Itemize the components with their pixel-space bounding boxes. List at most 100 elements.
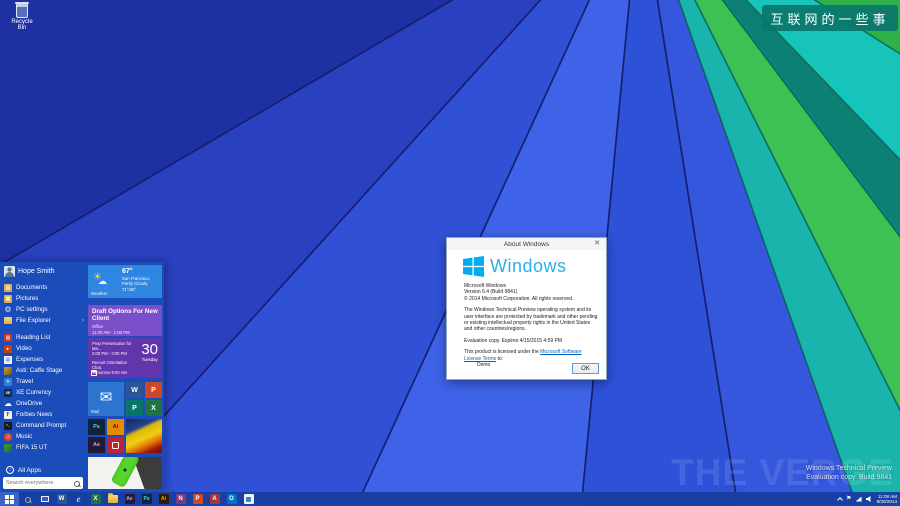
agenda-event-title: Recruit Orientation Chat, bbox=[92, 360, 127, 370]
menu-item-file-explorer[interactable]: File Explorer › bbox=[4, 315, 84, 326]
menu-item-reading-list[interactable]: ▤ Reading List bbox=[4, 332, 84, 343]
ok-button[interactable]: OK bbox=[572, 363, 599, 374]
word-tile[interactable]: W bbox=[126, 382, 143, 398]
menu-item-label: Pictures bbox=[16, 295, 39, 302]
phone-photo-live-tile[interactable] bbox=[88, 457, 162, 489]
weather-tile[interactable]: ☀ ☁ 67° San Francisco Partly Cloudy 71°/… bbox=[88, 265, 162, 298]
search-icon[interactable] bbox=[73, 480, 80, 487]
windows-logo-icon bbox=[463, 256, 484, 277]
user-avatar[interactable] bbox=[4, 266, 15, 277]
recycle-bin[interactable]: Recycle Bin bbox=[7, 2, 37, 31]
agenda-event-2: Recruit Orientation Chat, Tomorrow 9:00 … bbox=[92, 360, 136, 375]
taskbar-photoshop[interactable]: Ps bbox=[138, 492, 155, 506]
site-watermark-badge: 互联网的一些事 bbox=[762, 5, 898, 31]
recycle-bin-label: Recycle Bin bbox=[11, 19, 33, 31]
taskbar-clock[interactable]: 11:08 AM 9/30/2014 bbox=[877, 494, 897, 505]
taskbar-file-explorer[interactable] bbox=[104, 492, 121, 506]
taskbar-word[interactable]: W bbox=[53, 492, 70, 506]
chevron-right-icon[interactable]: › bbox=[82, 318, 84, 324]
powerpoint-tile[interactable]: P bbox=[145, 382, 162, 398]
command-prompt-icon: >_ bbox=[4, 421, 12, 430]
taskbar-access[interactable]: A bbox=[206, 492, 223, 506]
cloud-icon: ☁ bbox=[98, 276, 107, 286]
menu-item-music[interactable]: ♪ Music bbox=[4, 431, 84, 442]
menu-item-label: Forbes News bbox=[16, 411, 53, 418]
speaker-icon[interactable] bbox=[865, 496, 871, 502]
excel-icon: X bbox=[90, 494, 101, 504]
task-view-button[interactable] bbox=[36, 492, 53, 506]
license-line: This product is licensed under the Micro… bbox=[464, 349, 598, 362]
menu-item-command-prompt[interactable]: >_ Command Prompt bbox=[4, 420, 84, 431]
taskbar-powerpoint[interactable]: P bbox=[189, 492, 206, 506]
music-icon: ♪ bbox=[4, 432, 12, 441]
copyright-line: © 2014 Microsoft Corporation. All rights… bbox=[464, 295, 574, 302]
photos-icon: ▦ bbox=[243, 494, 254, 504]
car-photo-live-tile[interactable] bbox=[126, 419, 162, 453]
red-app-tile[interactable] bbox=[107, 437, 124, 453]
close-icon[interactable]: ✕ bbox=[591, 239, 603, 248]
network-icon[interactable] bbox=[855, 496, 862, 502]
weather-temp: 67° bbox=[122, 268, 133, 275]
after-effects-icon: Ae bbox=[124, 494, 135, 504]
arrow-down-icon: ↓ bbox=[6, 466, 14, 474]
menu-item-pictures[interactable]: ▦ Pictures bbox=[4, 293, 84, 304]
taskbar-photos[interactable]: ▦ bbox=[240, 492, 257, 506]
menu-item-forbes-news[interactable]: F Forbes News bbox=[4, 409, 84, 420]
search-box[interactable] bbox=[3, 477, 83, 489]
agenda-event-time: 2:00 PM - 3:00 PM bbox=[92, 351, 127, 356]
menu-item-travel[interactable]: ✈ Travel bbox=[4, 376, 84, 387]
windows-brand-row: Windows bbox=[463, 256, 606, 277]
menu-item-pc-settings[interactable]: ⚙ PC settings bbox=[4, 304, 84, 315]
illustrator-tile[interactable]: Ai bbox=[107, 419, 124, 435]
taskbar-onenote[interactable]: N bbox=[172, 492, 189, 506]
event-title: Draft Options For New Client bbox=[92, 308, 158, 322]
taskbar-internet-explorer[interactable]: e bbox=[70, 492, 87, 506]
menu-item-label: OneDrive bbox=[16, 400, 43, 407]
taskbar-illustrator[interactable]: Ai bbox=[155, 492, 172, 506]
menu-item-expenses[interactable]: ▤ Expenses bbox=[4, 354, 84, 365]
menu-item-label: Travel bbox=[16, 378, 33, 385]
menu-item-asti-caffe-stage[interactable]: Asti: Caffe Stage bbox=[4, 365, 84, 376]
chevron-up-icon[interactable] bbox=[837, 497, 844, 503]
agenda-event-title: Prep Presentation for Ma... bbox=[92, 341, 132, 351]
taskbar-outlook[interactable]: O bbox=[223, 492, 240, 506]
photo-icon bbox=[4, 366, 12, 375]
day-name: Tuesday bbox=[141, 357, 158, 362]
menu-item-onedrive[interactable]: ☁ OneDrive bbox=[4, 398, 84, 409]
taskbar-excel[interactable]: X bbox=[87, 492, 104, 506]
photoshop-tile[interactable]: Ps bbox=[88, 419, 105, 435]
action-center-flag-icon[interactable]: ⚑ bbox=[846, 496, 851, 502]
windows-logo-icon bbox=[5, 494, 14, 504]
task-view-icon bbox=[40, 496, 49, 502]
after-effects-tile[interactable]: Ae bbox=[88, 437, 105, 453]
event-time: 11:00 AM - 1:00 PM bbox=[92, 329, 130, 335]
all-apps-button[interactable]: ↓ All Apps bbox=[6, 466, 41, 474]
excel-tile[interactable]: X bbox=[145, 400, 162, 416]
search-icon bbox=[24, 496, 31, 503]
dialog-body: Microsoft Windows Version 6.4 (Build 984… bbox=[447, 281, 606, 368]
system-tray: ⚑ 11:08 AM 9/30/2014 bbox=[837, 494, 900, 505]
reading-list-icon: ▤ bbox=[4, 333, 12, 342]
calendar-event-tile[interactable]: Draft Options For New Client Office 11:0… bbox=[88, 305, 162, 336]
menu-item-documents[interactable]: ▤ Documents bbox=[4, 282, 84, 293]
calendar-agenda-tile[interactable]: Prep Presentation for Ma... 2:00 PM - 3:… bbox=[88, 338, 162, 378]
tray-date: 9/30/2014 bbox=[876, 499, 897, 504]
taskbar-after-effects[interactable]: Ae bbox=[121, 492, 138, 506]
start-menu-list: ▤ Documents ▦ Pictures ⚙ PC settings Fil… bbox=[4, 282, 84, 453]
onedrive-cloud-icon: ☁ bbox=[4, 399, 12, 408]
weather-tile-label: Weather bbox=[91, 291, 108, 296]
video-icon: ► bbox=[4, 344, 12, 353]
publisher-tile[interactable]: P bbox=[126, 400, 143, 416]
search-input[interactable] bbox=[6, 480, 73, 486]
taskbar-search-button[interactable] bbox=[19, 492, 36, 506]
start-button[interactable] bbox=[0, 492, 19, 506]
dialog-titlebar[interactable]: About Windows ✕ bbox=[447, 238, 606, 250]
menu-item-fifa-15-ut[interactable]: FIFA 15 UT bbox=[4, 442, 84, 453]
green-phone-image bbox=[110, 457, 140, 489]
square-glyph-icon bbox=[112, 441, 119, 449]
menu-item-video[interactable]: ► Video bbox=[4, 343, 84, 354]
menu-item-xe-currency[interactable]: XE XE Currency bbox=[4, 387, 84, 398]
mail-tile[interactable]: ✉ Mail bbox=[88, 382, 124, 416]
evaluation-line: Evaluation copy. Expires 4/15/2015 4:59 … bbox=[464, 337, 563, 344]
illustrator-icon: Ai bbox=[158, 494, 169, 504]
